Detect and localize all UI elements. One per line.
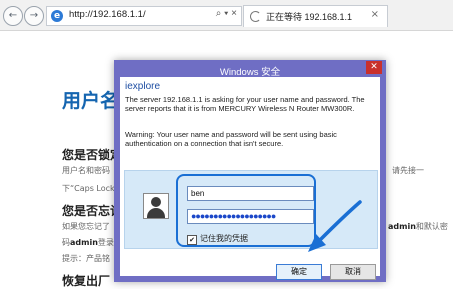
cancel-button[interactable]: 取消 <box>330 264 376 280</box>
section-text: 码admin登录 <box>62 237 114 248</box>
dialog-title: Windows 安全 <box>219 67 281 78</box>
app-name: iexplore <box>125 81 161 92</box>
close-icon[interactable]: ✕ <box>366 61 382 74</box>
address-bar[interactable]: e http://192.168.1.1/ ⌕ ▾ × <box>46 6 242 26</box>
admin-text: admin <box>70 238 98 247</box>
section-text: 提示：产品铭 <box>62 254 110 263</box>
page-title: 用户名 <box>62 90 120 112</box>
address-tools[interactable]: ⌕ ▾ × <box>216 8 237 19</box>
section-text: 用户名和密码 <box>62 166 110 175</box>
browser-toolbar: ← → e http://192.168.1.1/ ⌕ ▾ × 正在等待 192… <box>0 0 453 31</box>
avatar-shoulders <box>147 208 165 218</box>
url-text[interactable]: http://192.168.1.1/ <box>69 9 146 20</box>
avatar-head <box>151 197 161 207</box>
loading-spinner-icon <box>250 11 261 22</box>
ok-button[interactable]: 确定 <box>276 264 322 280</box>
section-text: 和默认密 <box>415 222 448 231</box>
section-text: 请先接一 <box>392 166 424 175</box>
back-button[interactable]: ← <box>3 6 23 26</box>
section-text: 登录 <box>97 238 114 247</box>
tab-title: 正在等待 192.168.1.1 <box>266 12 353 22</box>
ie-icon: e <box>51 10 63 22</box>
annotation-arrow-icon <box>308 200 362 252</box>
section-text: 下“Caps Lock <box>62 184 115 193</box>
auth-message: The server 192.168.1.1 is asking for you… <box>125 95 365 113</box>
section-heading: 您是否锁定 <box>62 148 123 162</box>
credential-highlight-ring <box>176 174 316 247</box>
tab-loading[interactable]: 正在等待 192.168.1.1 × <box>243 5 388 27</box>
section-text: admin和默认密 <box>388 221 448 232</box>
section-heading: 您是否忘记 <box>62 204 123 218</box>
section-heading: 恢复出厂 <box>62 274 111 288</box>
user-avatar-icon <box>143 193 169 219</box>
tab-close-icon[interactable]: × <box>371 9 379 20</box>
admin-text: admin <box>388 222 416 231</box>
warning-message: Warning: Your user name and password wil… <box>125 130 337 148</box>
forward-button[interactable]: → <box>24 6 44 26</box>
back-arrow-icon: ← <box>8 10 18 21</box>
section-text: 码 <box>62 238 70 247</box>
forward-arrow-icon: → <box>29 10 39 21</box>
section-text: 如果您忘记了 <box>62 222 110 231</box>
